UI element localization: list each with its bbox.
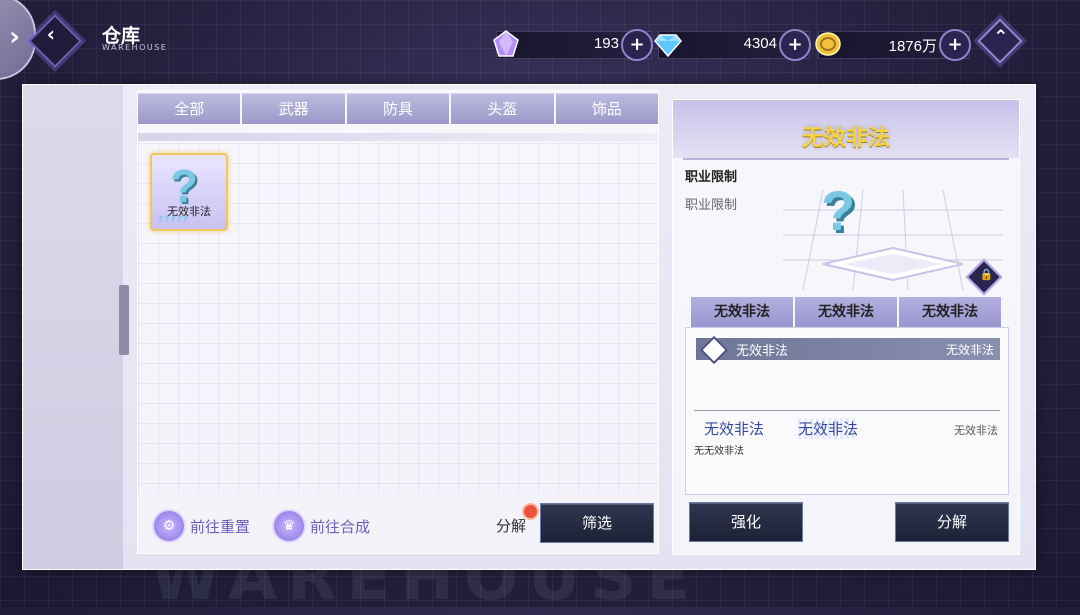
go-reset-label: 前往重置 [190, 517, 251, 536]
job-limit-label: 职业限制 [685, 170, 738, 185]
purple-crystal-icon [493, 30, 519, 57]
detail-sub-tabs: 无效非法 无效非法 无效非法 [691, 297, 1001, 327]
blue-diamond-icon [654, 34, 682, 58]
tab-helmet[interactable]: 头盔 [451, 93, 554, 124]
add-gold-button[interactable]: + [939, 29, 971, 61]
sub-tab-1[interactable]: 无效非法 [691, 297, 793, 327]
go-synth-button[interactable]: ♛ 前往合成 [272, 509, 370, 543]
tab-armor[interactable]: 防具 [346, 93, 450, 124]
filter-button[interactable]: 筛选 [540, 503, 654, 543]
resource-crystal: 193 + [493, 29, 653, 61]
tab-weapon[interactable]: 武器 [242, 93, 345, 124]
notification-dot-icon [522, 503, 539, 520]
page-subtitle: WAREHOUSE [102, 43, 168, 52]
stat-name: 无效非法 [736, 344, 789, 359]
frame-left-bezel [23, 85, 123, 569]
detail-panel: 无效非法 职业限制 职业限制 ? 🔒 无效非法 无效非法 无效非法 无效非法 无… [672, 99, 1020, 555]
decompose-toggle[interactable]: 分解 [496, 515, 526, 536]
stat-value: 无效非法 [945, 343, 994, 357]
effect-text-c: 无效非法 [954, 424, 998, 437]
synth-crown-icon: ♛ [272, 509, 306, 543]
detail-title: 无效非法 [801, 126, 890, 151]
resource-gold: 1876万 + [815, 29, 971, 61]
job-limit-value: 职业限制 [685, 198, 738, 213]
inventory-panel: 全部 武器 防具 头盔 饰品 ? 无效非法 ????? ⚙ 前往重置 ♛ 前往合… [137, 90, 659, 554]
item-stars: ????? [158, 215, 190, 225]
divider-strip [138, 133, 658, 141]
add-crystal-button[interactable]: + [621, 29, 653, 61]
tab-accessory[interactable]: 饰品 [555, 93, 659, 124]
effect-text-a: 无效非法 [704, 420, 765, 438]
lock-icon: 🔒 [979, 267, 994, 281]
gold-coin-icon [815, 32, 841, 56]
item-slot-selected[interactable]: ? 无效非法 ????? [150, 153, 228, 231]
sub-tab-2[interactable]: 无效非法 [795, 297, 897, 327]
tab-all[interactable]: 全部 [138, 93, 241, 124]
effect-text-b: 无效非法 [798, 418, 859, 439]
chevron-right-icon: › [9, 22, 20, 52]
stat-row: 无效非法 无效非法 [696, 335, 1000, 365]
stat-box: 无效非法 无效非法 无效非法 无效非法 无效非法 无无效非法 [685, 327, 1009, 495]
frame-notch [119, 285, 129, 355]
detail-divider [683, 158, 1009, 160]
item-preview-question-icon: ? [821, 179, 856, 242]
resource-diamond: 4304 + [654, 29, 811, 61]
sub-tab-3[interactable]: 无效非法 [899, 297, 1001, 327]
home-chevron-up-icon: ⌃ [993, 26, 1009, 48]
crystal-count: 193 [593, 35, 619, 52]
decompose-button[interactable]: 分解 [895, 502, 1009, 542]
add-diamond-button[interactable]: + [779, 29, 811, 61]
gold-count: 1876万 [888, 38, 937, 55]
go-synth-label: 前往合成 [310, 517, 371, 536]
reset-gear-icon: ⚙ [152, 509, 186, 543]
category-tabs: 全部 武器 防具 头盔 饰品 [138, 93, 659, 124]
chevron-left-icon: ‹ [46, 22, 55, 47]
effect-text-d: 无无效非法 [694, 446, 744, 457]
stat-diamond-icon [699, 335, 729, 365]
go-reset-button[interactable]: ⚙ 前往重置 [152, 509, 250, 543]
enhance-button[interactable]: 强化 [689, 502, 803, 542]
diamond-count: 4304 [743, 35, 777, 52]
stat-separator [694, 410, 1000, 411]
